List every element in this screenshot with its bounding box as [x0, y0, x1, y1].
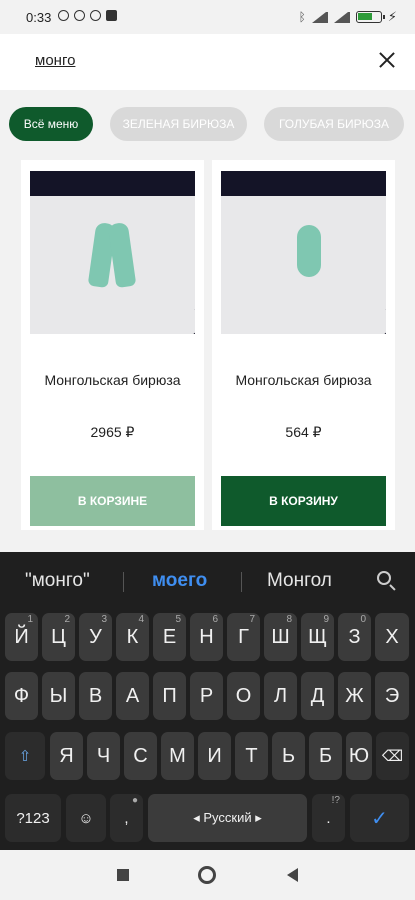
back-icon[interactable]: [287, 868, 298, 882]
product-name: Монгольская бирюза: [235, 372, 372, 388]
bluetooth-icon: ᛒ: [298, 10, 306, 24]
category-chips: Всё меню ЗЕЛЕНАЯ БИРЮЗА ГОЛУБАЯ БИРЮЗА: [0, 90, 415, 160]
key[interactable]: Ж: [338, 672, 371, 720]
suggestion-divider: [123, 572, 124, 592]
charging-icon: ⚡: [387, 9, 397, 24]
key[interactable]: Ь: [272, 732, 305, 780]
battery-icon: [355, 11, 385, 23]
chip-all-menu[interactable]: Всё меню: [9, 107, 93, 141]
key[interactable]: Щ9: [301, 613, 334, 661]
in-cart-button[interactable]: В КОРЗИНЕ: [30, 476, 195, 526]
chip-green-turquoise[interactable]: ЗЕЛЕНАЯ БИРЮЗА: [110, 107, 247, 141]
navigation-bar: [0, 850, 415, 900]
suggestion-1[interactable]: "монго": [25, 570, 90, 592]
sync-icon: [74, 10, 85, 21]
system-icons: ᛒ ⚡: [299, 9, 397, 25]
product-price: 564 ₽: [285, 424, 322, 440]
notification-app-icon: [106, 10, 117, 21]
signal-icon: [311, 11, 328, 23]
key[interactable]: Д: [301, 672, 334, 720]
product-price: 2965 ₽: [90, 424, 135, 440]
status-time: 0:33: [26, 10, 52, 25]
comma-key[interactable]: , ●: [110, 794, 143, 842]
key[interactable]: М: [161, 732, 194, 780]
key[interactable]: А: [116, 672, 149, 720]
sync-icon-2: [90, 10, 101, 21]
suggestion-divider: [241, 572, 242, 592]
wifi-signal-icon: [333, 11, 350, 23]
key[interactable]: О: [227, 672, 260, 720]
key[interactable]: Х: [375, 613, 409, 661]
key[interactable]: Ы: [42, 672, 75, 720]
key[interactable]: Н6: [190, 613, 223, 661]
key[interactable]: Г7: [227, 613, 260, 661]
key[interactable]: Ш8: [264, 613, 297, 661]
recent-apps-icon[interactable]: [117, 869, 129, 881]
key[interactable]: Ц2: [42, 613, 75, 661]
enter-check-icon[interactable]: ✓: [350, 794, 409, 842]
product-card[interactable]: Монгольская бирюза 2965 ₽ В КОРЗИНЕ: [21, 160, 204, 530]
symbols-key[interactable]: ?123: [5, 794, 61, 842]
notification-icons: [58, 10, 117, 21]
key[interactable]: П: [153, 672, 186, 720]
search-icon[interactable]: [377, 571, 391, 585]
key[interactable]: С: [124, 732, 157, 780]
mic-icon: ●: [131, 795, 138, 806]
suggestion-2[interactable]: моего: [152, 570, 207, 592]
keyboard: "монго" моего Монгол Й1 Ц2 У3 К4 Е5 Н6 Г…: [0, 552, 415, 850]
key[interactable]: Ф: [5, 672, 38, 720]
home-icon[interactable]: [198, 866, 216, 884]
product-image: [30, 171, 195, 334]
key[interactable]: Б: [309, 732, 342, 780]
key[interactable]: К4: [116, 613, 149, 661]
suggestion-bar: "монго" моего Монгол: [0, 552, 415, 610]
close-icon[interactable]: [373, 46, 401, 74]
product-card[interactable]: Монгольская бирюза 564 ₽ В КОРЗИНУ: [212, 160, 395, 530]
key[interactable]: Э: [375, 672, 409, 720]
shift-key[interactable]: ⇧: [5, 732, 45, 780]
key[interactable]: Р: [190, 672, 223, 720]
backspace-icon[interactable]: ⌫: [376, 732, 409, 780]
product-image: [221, 171, 386, 334]
suggestion-3[interactable]: Монгол: [267, 570, 332, 592]
add-to-cart-button[interactable]: В КОРЗИНУ: [221, 476, 386, 526]
emoji-icon[interactable]: ☺: [66, 794, 106, 842]
key[interactable]: Я: [50, 732, 83, 780]
key[interactable]: В: [79, 672, 112, 720]
status-bar: 0:33 ᛒ ⚡: [0, 0, 415, 34]
key[interactable]: Л: [264, 672, 297, 720]
key[interactable]: У3: [79, 613, 112, 661]
key[interactable]: Й1: [5, 613, 38, 661]
key[interactable]: Ч: [87, 732, 120, 780]
search-header: монго: [0, 34, 415, 90]
product-name: Монгольская бирюза: [44, 372, 181, 388]
search-input[interactable]: монго: [35, 52, 75, 69]
space-key[interactable]: ◂ Русский ▸: [148, 794, 307, 842]
settings-icon: [58, 10, 69, 21]
key[interactable]: Ю: [346, 732, 372, 780]
key[interactable]: Т: [235, 732, 268, 780]
period-key[interactable]: .!?: [312, 794, 345, 842]
key[interactable]: З0: [338, 613, 371, 661]
key[interactable]: Е5: [153, 613, 186, 661]
key[interactable]: И: [198, 732, 231, 780]
chip-blue-turquoise[interactable]: ГОЛУБАЯ БИРЮЗА: [264, 107, 404, 141]
